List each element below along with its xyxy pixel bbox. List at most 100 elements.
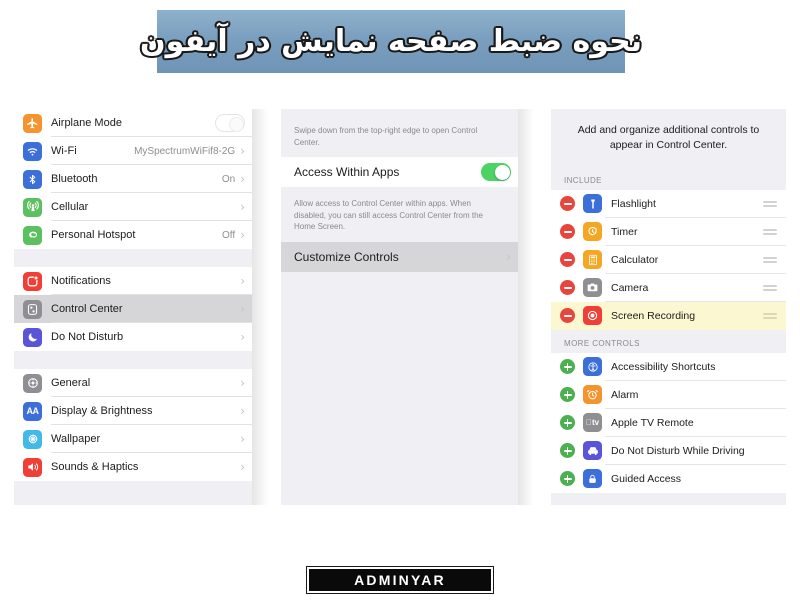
more-row-apple-tv-remote[interactable]: tv Apple TV Remote <box>551 408 786 437</box>
include-row-calculator[interactable]: Calculator <box>551 245 786 274</box>
settings-row-do-not-disturb[interactable]: Do Not Disturb › <box>14 323 252 351</box>
settings-row-label: Bluetooth <box>51 173 98 185</box>
settings-row-airplane-mode[interactable]: Airplane Mode <box>14 109 252 137</box>
car-icon <box>583 441 602 461</box>
wallpaper-icon <box>23 429 42 449</box>
more-row-accessibility-shortcuts[interactable]: Accessibility Shortcuts <box>551 352 786 381</box>
add-icon[interactable] <box>560 415 575 431</box>
drag-handle-icon[interactable] <box>763 256 777 263</box>
timer-icon <box>583 222 602 242</box>
settings-row-label: Do Not Disturb <box>51 331 124 343</box>
settings-row-label: Airplane Mode <box>51 117 122 129</box>
add-icon[interactable] <box>560 471 575 487</box>
include-list: Flashlight Timer Calculator Camera Scree… <box>551 189 786 330</box>
panel-edge-shadow <box>252 109 268 505</box>
guided-access-icon <box>583 469 602 489</box>
sounds-haptics-icon <box>23 457 42 477</box>
drag-handle-icon[interactable] <box>763 200 777 207</box>
settings-row-control-center[interactable]: Control Center › <box>14 295 252 323</box>
settings-row-wallpaper[interactable]: Wallpaper › <box>14 425 252 453</box>
settings-row-bluetooth[interactable]: Bluetooth On › <box>14 165 252 193</box>
remove-icon[interactable] <box>560 252 575 268</box>
drag-handle-icon[interactable] <box>763 228 777 235</box>
customize-controls-row[interactable]: Customize Controls › <box>281 241 518 272</box>
header-banner-area: نحوه ضبط صفحه نمایش در آیفون <box>0 0 800 95</box>
more-controls-section-header: MORE CONTROLS <box>551 329 786 353</box>
include-row-timer[interactable]: Timer <box>551 217 786 246</box>
chevron-right-icon: › <box>240 330 245 344</box>
include-row-label: Camera <box>611 281 649 294</box>
include-section-header: INCLUDE <box>551 166 786 190</box>
customize-controls-label: Customize Controls <box>294 249 399 264</box>
cellular-icon <box>23 197 42 217</box>
remove-icon[interactable] <box>560 224 575 240</box>
gear-icon <box>23 373 42 393</box>
airplane-icon <box>23 113 42 133</box>
chevron-right-icon: › <box>240 460 245 474</box>
settings-group-connectivity: Airplane Mode Wi-Fi MySpectrumWiFif8-2G … <box>14 109 252 249</box>
settings-row-sounds-haptics[interactable]: Sounds & Haptics › <box>14 453 252 481</box>
include-row-label: Flashlight <box>611 197 656 210</box>
notifications-icon <box>23 271 42 291</box>
chevron-right-icon: › <box>240 432 245 446</box>
customize-controls-group: Customize Controls › <box>281 241 518 272</box>
drag-handle-icon[interactable] <box>763 312 777 319</box>
settings-row-label: Control Center <box>51 303 123 315</box>
include-row-screen-recording[interactable]: Screen Recording <box>551 301 786 330</box>
more-row-label: Do Not Disturb While Driving <box>611 444 745 457</box>
settings-row-value: MySpectrumWiFif8-2G <box>134 145 236 157</box>
add-icon[interactable] <box>560 387 575 403</box>
toggle-knob <box>229 116 244 132</box>
settings-row-personal-hotspot[interactable]: Personal Hotspot Off › <box>14 221 252 249</box>
more-row-alarm[interactable]: Alarm <box>551 380 786 409</box>
more-row-label: Apple TV Remote <box>611 416 694 429</box>
include-row-label: Calculator <box>611 253 659 266</box>
settings-row-general[interactable]: General › <box>14 369 252 397</box>
add-icon[interactable] <box>560 359 575 375</box>
screen-recording-icon <box>583 306 602 326</box>
toggle-knob <box>494 164 510 180</box>
access-within-apps-row[interactable]: Access Within Apps <box>281 157 518 188</box>
camera-icon <box>583 278 602 298</box>
settings-row-label: Wi-Fi <box>51 145 77 157</box>
include-row-camera[interactable]: Camera <box>551 273 786 302</box>
settings-row-value: Off <box>222 229 236 241</box>
apple-tv-remote-icon: tv <box>583 413 602 433</box>
chevron-right-icon: › <box>240 200 245 214</box>
wifi-icon <box>23 141 42 161</box>
more-row-do-not-disturb-while-driving[interactable]: Do Not Disturb While Driving <box>551 436 786 465</box>
settings-row-label: Notifications <box>51 275 111 287</box>
bluetooth-icon <box>23 169 42 189</box>
settings-row-label: Sounds & Haptics <box>51 461 139 473</box>
airplane-mode-toggle[interactable] <box>215 114 245 132</box>
control-center-icon <box>23 299 42 319</box>
remove-icon[interactable] <box>560 196 575 212</box>
include-row-flashlight[interactable]: Flashlight <box>551 189 786 218</box>
hotspot-icon <box>23 225 42 245</box>
settings-row-notifications[interactable]: Notifications › <box>14 267 252 295</box>
page-title: نحوه ضبط صفحه نمایش در آیفون <box>140 24 642 59</box>
access-within-apps-toggle[interactable] <box>481 163 511 182</box>
settings-row-cellular[interactable]: Cellular › <box>14 193 252 221</box>
more-row-label: Accessibility Shortcuts <box>611 360 716 373</box>
chevron-right-icon: › <box>240 302 245 316</box>
chevron-right-icon: › <box>240 172 245 186</box>
drag-handle-icon[interactable] <box>763 284 777 291</box>
settings-row-label: Wallpaper <box>51 433 101 445</box>
chevron-right-icon: › <box>240 376 245 390</box>
customize-controls-panel: Add and organize additional controls to … <box>551 109 786 505</box>
calculator-icon <box>583 250 602 270</box>
settings-row-wifi[interactable]: Wi-Fi MySpectrumWiFif8-2G › <box>14 137 252 165</box>
remove-icon[interactable] <box>560 308 575 324</box>
access-within-apps-label: Access Within Apps <box>294 165 400 180</box>
chevron-right-icon: › <box>240 274 245 288</box>
settings-group-alerts: Notifications › Control Center › Do Not … <box>14 267 252 351</box>
access-within-apps-note: Allow access to Control Center within ap… <box>281 187 518 242</box>
accessibility-icon <box>583 357 602 377</box>
add-icon[interactable] <box>560 443 575 459</box>
adminyar-logo-text: ADMINYAR <box>354 572 446 588</box>
more-row-guided-access[interactable]: Guided Access <box>551 464 786 493</box>
customize-header-note: Add and organize additional controls to … <box>551 109 786 167</box>
settings-row-display-brightness[interactable]: AA Display & Brightness › <box>14 397 252 425</box>
remove-icon[interactable] <box>560 280 575 296</box>
